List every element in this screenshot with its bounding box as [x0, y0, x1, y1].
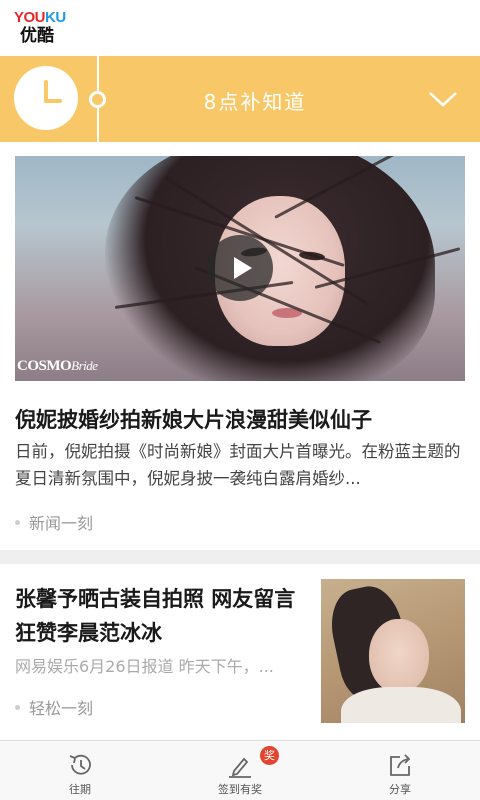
clock-icon	[14, 66, 78, 130]
section-divider	[0, 550, 480, 564]
reward-badge: 奖	[260, 746, 279, 765]
article-card-1[interactable]: COSMOBride 倪妮披婚纱拍新娘大片浪漫甜美似仙子 日前，倪妮拍摄《时尚新…	[0, 142, 480, 550]
youku-logo[interactable]: YOUKU 优酷	[14, 10, 94, 50]
source-label: 新闻一刻	[29, 514, 94, 533]
article-description: 日前，倪妮拍摄《时尚新娘》封面大片首曝光。在粉蓝主题的夏日清新氛围中，倪妮身披一…	[15, 442, 461, 488]
tab-checkin[interactable]: 奖 签到有奖	[160, 741, 320, 800]
article-title[interactable]: 张馨予晒古装自拍照 网友留言狂赞李晨范冰冰	[15, 582, 305, 650]
article-source: 新闻一刻	[15, 510, 93, 534]
tab-label: 往期	[69, 783, 91, 796]
bottom-tab-bar: 往期 奖 签到有奖 分享	[0, 740, 480, 800]
chevron-down-icon[interactable]	[428, 84, 458, 114]
article-card-2[interactable]: 张馨予晒古装自拍照 网友留言狂赞李晨范冰冰 网易娱乐6月26日报道 昨天下午，.…	[0, 564, 480, 740]
article-title[interactable]: 倪妮披婚纱拍新娘大片浪漫甜美似仙子	[15, 404, 465, 434]
daily-banner[interactable]: 8点补知道	[0, 56, 480, 142]
article-source: 轻松一刻	[15, 695, 93, 719]
pencil-sign-icon	[229, 757, 251, 778]
logo-chinese: 优酷	[20, 26, 54, 46]
logo-ku-text: KU	[45, 9, 66, 26]
logo-english: YOUKU	[14, 10, 94, 26]
article-description: 网易娱乐6月26日报道 昨天下午，...	[15, 657, 274, 676]
share-icon	[390, 754, 411, 776]
image-watermark: COSMOBride	[17, 358, 98, 374]
banner-title: 8点补知道	[203, 90, 307, 114]
tab-share[interactable]: 分享	[320, 741, 480, 800]
source-label: 轻松一刻	[29, 699, 94, 718]
top-bar: YOUKU 优酷	[0, 0, 480, 56]
play-button[interactable]	[207, 235, 273, 301]
video-thumbnail[interactable]: COSMOBride	[15, 156, 465, 381]
article-thumbnail[interactable]	[321, 579, 465, 723]
history-clock-icon	[69, 754, 91, 775]
tab-label: 签到有奖	[218, 783, 262, 796]
tab-label: 分享	[389, 783, 411, 796]
logo-you-text: YOU	[14, 9, 46, 26]
tab-history[interactable]: 往期	[0, 741, 160, 800]
